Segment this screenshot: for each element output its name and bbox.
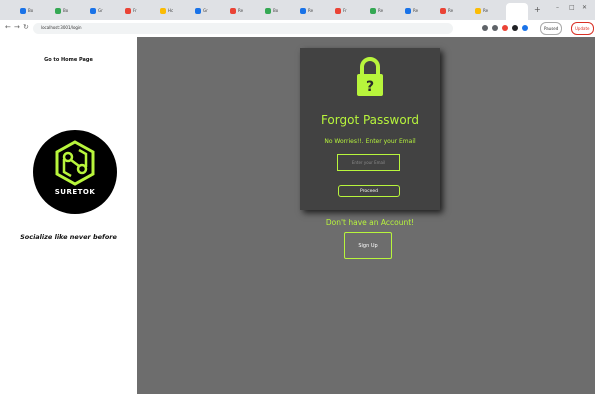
url-text: localhost:3001/login	[41, 25, 82, 30]
sidebar: Go to Home Page SURETOK Socialize like n…	[0, 37, 137, 394]
tab-title: Bo	[28, 8, 34, 13]
update-button[interactable]: Update	[571, 22, 594, 35]
tab-title: Re	[448, 8, 454, 13]
tab-favicon-icon	[230, 7, 236, 14]
tab-favicon-icon	[300, 7, 306, 14]
extension-icon[interactable]	[512, 25, 518, 31]
browser-tab[interactable]: Re	[405, 5, 418, 16]
tagline: Socialize like never before	[20, 233, 117, 241]
browser-tab[interactable]: Fr	[335, 5, 347, 16]
tab-favicon-icon	[55, 7, 61, 14]
minimize-icon[interactable]: –	[556, 4, 559, 11]
browser-tab[interactable]: Hc	[160, 5, 173, 16]
browser-tab[interactable]: Re	[230, 5, 243, 16]
logo-text: SURETOK	[54, 188, 96, 196]
sign-up-button[interactable]: Sign Up	[344, 232, 392, 259]
profile-icon[interactable]	[522, 25, 528, 31]
address-bar[interactable]: localhost:3001/login	[33, 23, 453, 34]
tab-favicon-icon	[160, 7, 166, 14]
new-tab-icon[interactable]: +	[534, 5, 541, 14]
browser-toolbar: ← → ↻ localhost:3001/login	[0, 20, 595, 38]
tab-favicon-icon	[90, 7, 96, 14]
proceed-button[interactable]: Proceed	[338, 185, 400, 197]
forgot-password-card: ? Forgot Password No Worries!!. Enter yo…	[300, 48, 440, 210]
browser-tab[interactable]: Gr	[90, 5, 103, 16]
close-window-icon[interactable]: ✕	[582, 4, 587, 11]
browser-tab-active[interactable]	[506, 3, 528, 20]
extension-icon[interactable]	[492, 25, 498, 31]
back-icon[interactable]: ←	[5, 23, 11, 31]
maximize-icon[interactable]: □	[569, 4, 575, 11]
tab-title: Re	[413, 8, 419, 13]
tab-favicon-icon	[370, 7, 376, 14]
tab-title: Re	[238, 8, 244, 13]
main-content: ? Forgot Password No Worries!!. Enter yo…	[137, 37, 595, 394]
tab-favicon-icon	[195, 7, 201, 14]
browser-tab[interactable]: Fr	[125, 5, 137, 16]
browser-tab[interactable]: Gr	[195, 5, 208, 16]
tab-title: Fr	[133, 8, 137, 13]
tab-title: Fr	[343, 8, 347, 13]
tab-favicon-icon	[335, 7, 341, 14]
tab-title: Bo	[273, 8, 279, 13]
tab-favicon-icon	[475, 7, 481, 14]
browser-tab[interactable]: Re	[370, 5, 383, 16]
tab-favicon-icon	[125, 7, 131, 14]
tab-favicon-icon	[20, 7, 26, 14]
browser-tab[interactable]: Bo	[55, 5, 68, 16]
tab-title: Hc	[168, 8, 174, 13]
tab-title: Re	[378, 8, 384, 13]
card-subtitle: No Worries!!. Enter your Email	[324, 138, 416, 145]
forward-icon[interactable]: →	[14, 23, 20, 31]
no-account-text: Don't have an Account!	[325, 218, 415, 227]
lock-icon: ?	[357, 57, 383, 96]
browser-tab[interactable]: Re	[300, 5, 313, 16]
browser-tab[interactable]: Bo	[20, 5, 33, 16]
svg-text:?: ?	[366, 79, 374, 95]
browser-tab[interactable]: Bo	[265, 5, 278, 16]
suretok-logo: SURETOK	[33, 130, 117, 214]
tab-favicon-icon	[440, 7, 446, 14]
email-input[interactable]	[337, 154, 400, 171]
logo-hexagon-icon	[55, 140, 95, 186]
browser-tab-bar: Bo Bo Gr Fr Hc Gr Re Bo Re Fr Re Re Re R…	[0, 0, 595, 20]
browser-tab[interactable]: Re	[475, 5, 488, 16]
tab-favicon-icon	[405, 7, 411, 14]
paused-button[interactable]: Paused	[540, 22, 563, 35]
tab-title: Re	[483, 8, 489, 13]
tab-title: Bo	[63, 8, 69, 13]
go-to-home-link[interactable]: Go to Home Page	[0, 57, 137, 63]
reload-icon[interactable]: ↻	[23, 23, 29, 31]
tab-title: Re	[308, 8, 314, 13]
tab-favicon-icon	[265, 7, 271, 14]
tab-title: Gr	[98, 8, 103, 13]
card-title: Forgot Password	[320, 113, 420, 127]
browser-tab[interactable]: Re	[440, 5, 453, 16]
extension-icon[interactable]	[502, 25, 508, 31]
tab-title: Gr	[203, 8, 208, 13]
extension-icon[interactable]	[482, 25, 488, 31]
